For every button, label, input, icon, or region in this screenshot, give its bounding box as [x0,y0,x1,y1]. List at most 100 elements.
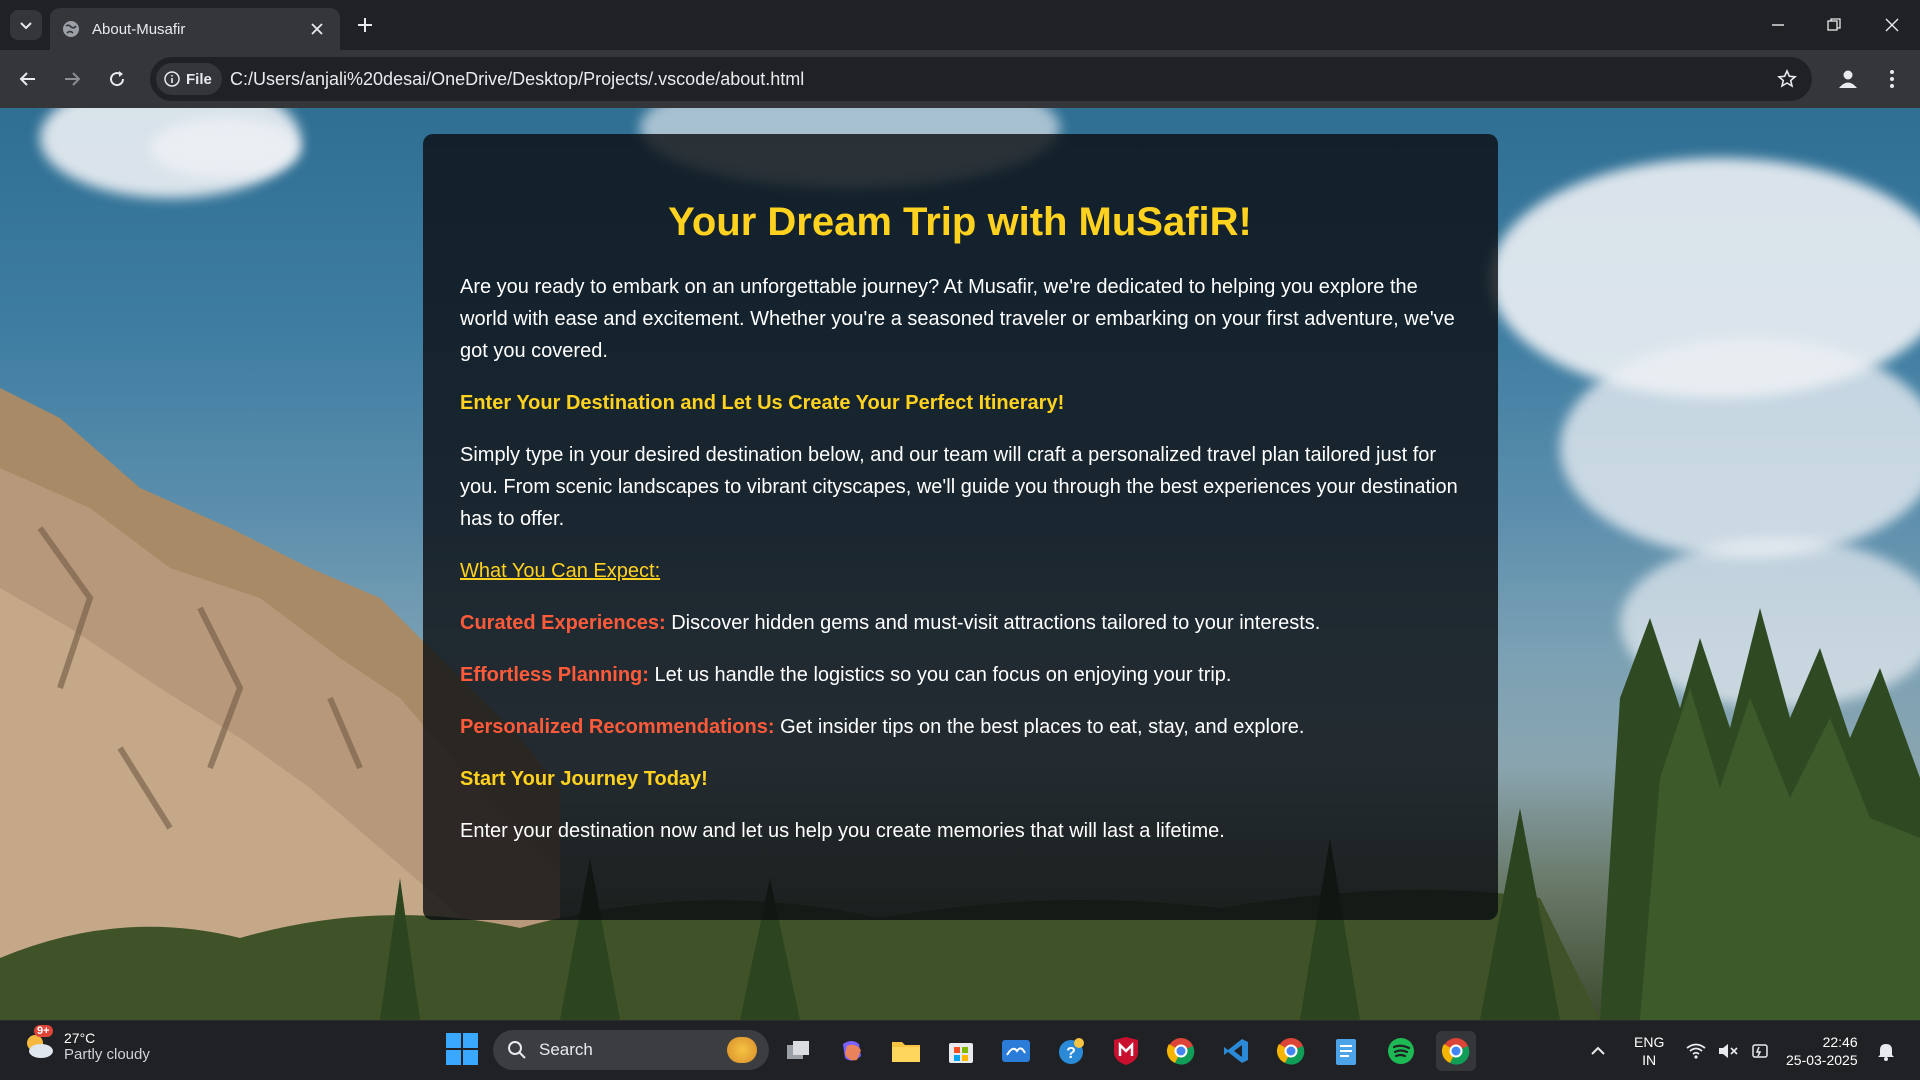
chrome-icon [1441,1038,1470,1065]
description-paragraph: Simply type in your desired destination … [460,444,1458,530]
wifi-icon [1686,1043,1706,1059]
shield-icon [1114,1037,1138,1065]
close-window-button[interactable] [1864,0,1920,50]
restore-button[interactable] [1806,0,1862,50]
url-text[interactable]: C:/Users/anjali%20desai/OneDrive/Desktop… [230,69,804,90]
chevron-up-icon [1591,1046,1605,1055]
page-title: Your Dream Trip with MuSafiR! [668,200,1252,244]
close-icon [1885,18,1899,32]
notepad-button[interactable] [1326,1031,1366,1071]
address-bar[interactable]: File C:/Users/anjali%20desai/OneDrive/De… [150,57,1812,101]
mysql-workbench-button[interactable] [996,1031,1036,1071]
minimize-button[interactable] [1750,0,1806,50]
volume-muted-icon [1719,1044,1738,1058]
chrome-profile-2-button[interactable] [1271,1031,1311,1071]
feature-item: Personalized Recommendations: Get inside… [460,711,1460,743]
show-hidden-icons-button[interactable] [1590,1021,1606,1080]
spotify-button[interactable] [1381,1031,1421,1071]
tab-search-button[interactable] [10,10,42,40]
notification-badge: 9+ [34,1025,53,1037]
tab-title: About-Musafir [92,20,186,38]
profile-icon [1839,70,1857,88]
info-icon [164,71,180,87]
site-info-chip[interactable]: File [156,63,222,95]
menu-button[interactable] [1876,63,1908,95]
feature-text: Get insider tips on the best places to e… [774,716,1305,738]
help-app-button[interactable]: ? [1051,1031,1091,1071]
weather-condition: Partly cloudy [64,1045,150,1063]
copilot-icon [843,1041,861,1061]
feature-label: Curated Experiences: [460,612,666,634]
chrome-icon [1166,1038,1195,1065]
weather-icon: 9+ [22,1025,56,1063]
notepad-icon [1336,1039,1356,1065]
spotify-icon [1388,1038,1414,1064]
chrome-active-button[interactable] [1436,1031,1476,1071]
reload-icon [110,71,125,87]
closing-paragraph: Enter your destination now and let us he… [460,820,1225,842]
feature-text: Discover hidden gems and must-visit attr… [665,612,1321,634]
restore-icon [1827,18,1841,31]
feature-item: Curated Experiences: Discover hidden gem… [460,607,1460,639]
close-tab-icon[interactable] [306,18,328,40]
plus-icon [358,18,372,32]
arrow-right-icon [65,72,81,86]
database-app-icon [1002,1040,1030,1062]
region-code: IN [1642,1052,1657,1068]
bookmark-star-button[interactable] [1774,66,1800,92]
lang-code: ENG [1634,1034,1665,1050]
file-chip-label: File [186,70,212,88]
cta-heading: Start Your Journey Today! [460,768,708,790]
bell-icon [1878,1044,1894,1061]
intro-paragraph: Are you ready to embark on an unforgetta… [460,276,1455,362]
task-view-button[interactable] [778,1031,818,1071]
system-tray-status[interactable] [1686,1021,1770,1080]
task-view-icon [787,1041,809,1059]
vscode-button[interactable] [1216,1031,1256,1071]
tab-strip: About-Musafir [0,0,1920,50]
mcafee-button[interactable] [1106,1031,1146,1071]
reload-button[interactable] [101,63,133,95]
search-icon [508,1041,526,1059]
search-highlight-icon [727,1037,757,1063]
page-viewport: Your Dream Trip with MuSafiR! Are you re… [0,108,1920,1020]
windows-taskbar: 9+ 27°C Partly cloudy Search ? ENG IN 22… [0,1020,1920,1080]
battery-icon [1752,1044,1768,1058]
feature-label: Personalized Recommendations: [460,716,775,738]
copilot-button[interactable] [832,1031,872,1071]
help-icon: ? [1059,1038,1084,1064]
notifications-button[interactable] [1876,1021,1896,1080]
chrome-profile-1-button[interactable] [1161,1031,1201,1071]
search-placeholder: Search [539,1040,593,1059]
svg-text:?: ? [1066,1045,1076,1062]
back-button[interactable] [12,63,44,95]
kebab-menu-icon [1890,70,1894,88]
chrome-icon [1276,1038,1305,1065]
store-icon [949,1043,973,1063]
time: 22:46 [1822,1034,1858,1050]
feature-text: Let us handle the logistics so you can f… [648,664,1232,686]
tab-about-musafir[interactable]: About-Musafir [50,8,340,50]
taskbar-search[interactable]: Search [493,1030,769,1070]
date: 25-03-2025 [1786,1052,1858,1068]
forward-button[interactable] [56,63,88,95]
star-icon [1777,69,1797,88]
chevron-down-icon [20,22,32,30]
file-explorer-button[interactable] [886,1031,926,1071]
what-you-can-expect-link[interactable]: What You Can Expect: [460,555,660,587]
folder-icon [892,1042,920,1062]
profile-button[interactable] [1832,63,1864,95]
new-tab-button[interactable] [350,12,380,38]
microsoft-store-button[interactable] [941,1031,981,1071]
feature-label: Effortless Planning: [460,664,649,686]
start-button[interactable] [446,1033,478,1065]
browser-toolbar: File C:/Users/anjali%20desai/OneDrive/De… [0,50,1920,108]
language-indicator[interactable]: ENG IN [1634,1021,1664,1080]
weather-widget[interactable]: 9+ 27°C Partly cloudy [22,1025,150,1063]
globe-icon [63,21,79,37]
clock[interactable]: 22:46 25-03-2025 [1786,1021,1858,1080]
feature-item: Effortless Planning: Let us handle the l… [460,659,1460,691]
about-card: Your Dream Trip with MuSafiR! Are you re… [423,134,1498,920]
vscode-icon [1224,1039,1248,1063]
minimize-icon [1772,24,1784,26]
